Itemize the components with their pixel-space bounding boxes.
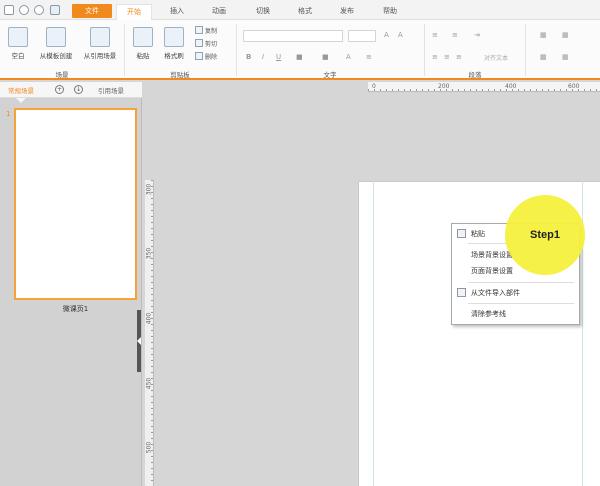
align-text-button[interactable]: 对齐文本	[484, 53, 508, 62]
tab-transition[interactable]: 切换	[248, 4, 278, 18]
paste-label: 粘贴	[136, 52, 150, 60]
bullets-icon[interactable]: ≡	[432, 31, 438, 39]
text-group-label: 文字	[323, 71, 337, 79]
blank-scene-button[interactable]: 空白	[4, 27, 32, 60]
menu-bar: 文件 开始 插入 动画 切换 格式 发布 帮助	[0, 0, 600, 21]
cut-label: 剪切	[205, 41, 218, 48]
font-color-icon[interactable]: ■	[296, 53, 303, 61]
fill-icon[interactable]: ▦	[540, 53, 547, 61]
ruler-label: 0	[372, 83, 376, 90]
ruler-label: 400	[145, 312, 153, 325]
shrink-font-icon[interactable]: A	[398, 31, 403, 39]
ruler-label: 200	[438, 83, 450, 90]
ribbon-divider	[525, 24, 526, 76]
underline-icon[interactable]: U	[276, 53, 281, 61]
from-template-label: 从模板创建	[39, 52, 73, 60]
copy-icon	[195, 26, 203, 34]
ruler-label: 600	[568, 83, 580, 90]
save-icon[interactable]	[50, 5, 60, 15]
font-family-select[interactable]	[243, 30, 343, 42]
font-size-select[interactable]	[348, 30, 376, 42]
horizontal-ruler	[368, 82, 600, 92]
tab-normal-scenes[interactable]: 常规场景	[8, 85, 34, 95]
ribbon: 空白 从模板创建 从引用场景 场景 粘贴 格式刷 复制 剪切 删除 剪贴板 A …	[0, 20, 600, 80]
format-painter-label: 格式刷	[164, 52, 184, 60]
italic-icon[interactable]: I	[262, 53, 264, 61]
tab-home[interactable]: 开始	[116, 4, 152, 21]
shape-icon[interactable]: ▦	[562, 31, 569, 39]
tab-file[interactable]: 文件	[72, 4, 112, 18]
text-direction-icon[interactable]: ≡	[366, 53, 372, 61]
ruler-label: 300	[145, 183, 153, 196]
tab-insert[interactable]: 插入	[162, 4, 192, 18]
app-logo-icon	[4, 5, 14, 15]
slide-caption: 微课页1	[62, 305, 89, 313]
ruler-label: 450	[145, 377, 153, 390]
tab-publish[interactable]: 发布	[332, 4, 362, 18]
arrange-icon[interactable]: ▦	[540, 31, 547, 39]
highlight-color-icon[interactable]: ■	[322, 53, 329, 61]
text-effect-icon[interactable]: A	[346, 53, 351, 61]
menu-separator	[468, 303, 574, 304]
menu-item-page-background[interactable]: 页面背景设置	[471, 266, 513, 276]
menu-item-scene-background[interactable]: 场景背景设置	[471, 250, 513, 260]
align-right-icon[interactable]: ≡	[456, 53, 462, 61]
ruler-label: 350	[145, 247, 153, 260]
scene-options-icon[interactable]: ↓	[74, 85, 83, 94]
format-painter-icon	[164, 27, 184, 47]
ruler-label: 400	[505, 83, 517, 90]
menu-item-paste[interactable]: 粘贴	[471, 229, 485, 239]
step-label: Step1	[530, 229, 560, 241]
copy-button[interactable]: 复制	[195, 26, 217, 35]
menu-separator	[468, 282, 574, 283]
align-center-icon[interactable]: ≡	[444, 53, 450, 61]
ribbon-divider	[424, 24, 425, 76]
bold-icon[interactable]: B	[246, 53, 251, 61]
scene-panel-header: 常规场景 + ↓ 引用场景	[0, 82, 142, 98]
add-scene-icon[interactable]: +	[55, 85, 64, 94]
grow-font-icon[interactable]: A	[384, 31, 389, 39]
cut-icon	[195, 39, 203, 47]
blank-slide-icon	[8, 27, 28, 47]
tab-help[interactable]: 帮助	[375, 4, 405, 18]
slide-thumbnail[interactable]	[14, 108, 137, 300]
numbering-icon[interactable]: ≡	[452, 31, 458, 39]
from-reference-label: 从引用场景	[83, 52, 117, 60]
ribbon-divider	[236, 24, 237, 76]
tab-format[interactable]: 格式	[290, 4, 320, 18]
delete-icon	[195, 52, 203, 60]
blank-scene-label: 空白	[11, 52, 25, 60]
ruler-label: 500	[145, 441, 153, 454]
from-template-button[interactable]: 从模板创建	[36, 27, 76, 60]
from-reference-button[interactable]: 从引用场景	[80, 27, 120, 60]
tab-reference-scenes[interactable]: 引用场景	[98, 85, 124, 95]
active-tab-pointer	[16, 98, 26, 103]
slide-number: 1	[6, 110, 11, 118]
clipboard-group-label: 剪贴板	[170, 71, 190, 79]
cut-button[interactable]: 剪切	[195, 39, 217, 48]
align-left-icon[interactable]: ≡	[432, 53, 438, 61]
format-painter-button[interactable]: 格式刷	[160, 27, 188, 60]
delete-button[interactable]: 删除	[195, 52, 217, 61]
scene-group-label: 场景	[55, 71, 69, 79]
template-icon	[46, 27, 66, 47]
redo-icon[interactable]	[34, 5, 44, 15]
ribbon-divider	[124, 24, 125, 76]
menu-item-import-from-file[interactable]: 从文件导入部件	[471, 288, 520, 298]
guide-line[interactable]	[373, 181, 374, 486]
reference-scene-icon	[90, 27, 110, 47]
copy-label: 复制	[205, 28, 218, 35]
paste-button[interactable]: 粘贴	[130, 27, 156, 60]
paste-icon	[457, 229, 466, 238]
import-file-icon	[457, 288, 466, 297]
outline-icon[interactable]: ▦	[562, 53, 569, 61]
indent-icon[interactable]: ⇥	[474, 31, 480, 39]
collapse-panel-icon[interactable]	[137, 337, 141, 345]
undo-icon[interactable]	[19, 5, 29, 15]
delete-label: 删除	[205, 54, 218, 61]
paragraph-group-label: 段落	[468, 71, 482, 79]
paste-icon	[133, 27, 153, 47]
tab-animation[interactable]: 动画	[204, 4, 234, 18]
menu-item-clear-guides[interactable]: 清除参考线	[471, 309, 506, 319]
